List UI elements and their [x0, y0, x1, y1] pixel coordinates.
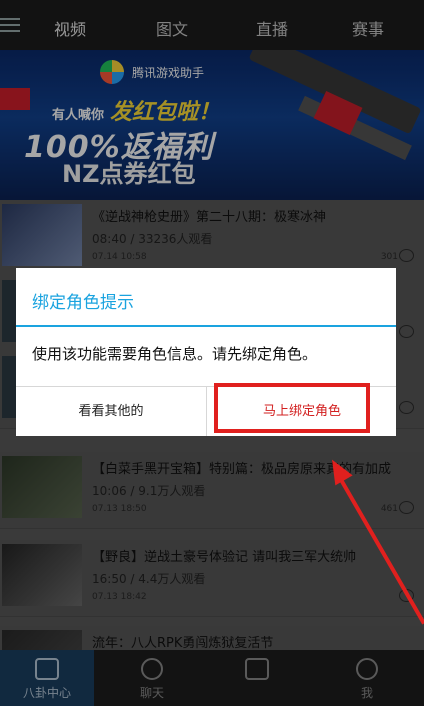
dialog-title-divider [16, 325, 396, 327]
dialog-title: 绑定角色提示 [32, 293, 134, 313]
dialog-message: 使用该功能需要角色信息。请先绑定角色。 [32, 345, 318, 363]
browse-other-button[interactable]: 看看其他的 [16, 387, 206, 436]
annotation-highlight-box [214, 383, 370, 433]
